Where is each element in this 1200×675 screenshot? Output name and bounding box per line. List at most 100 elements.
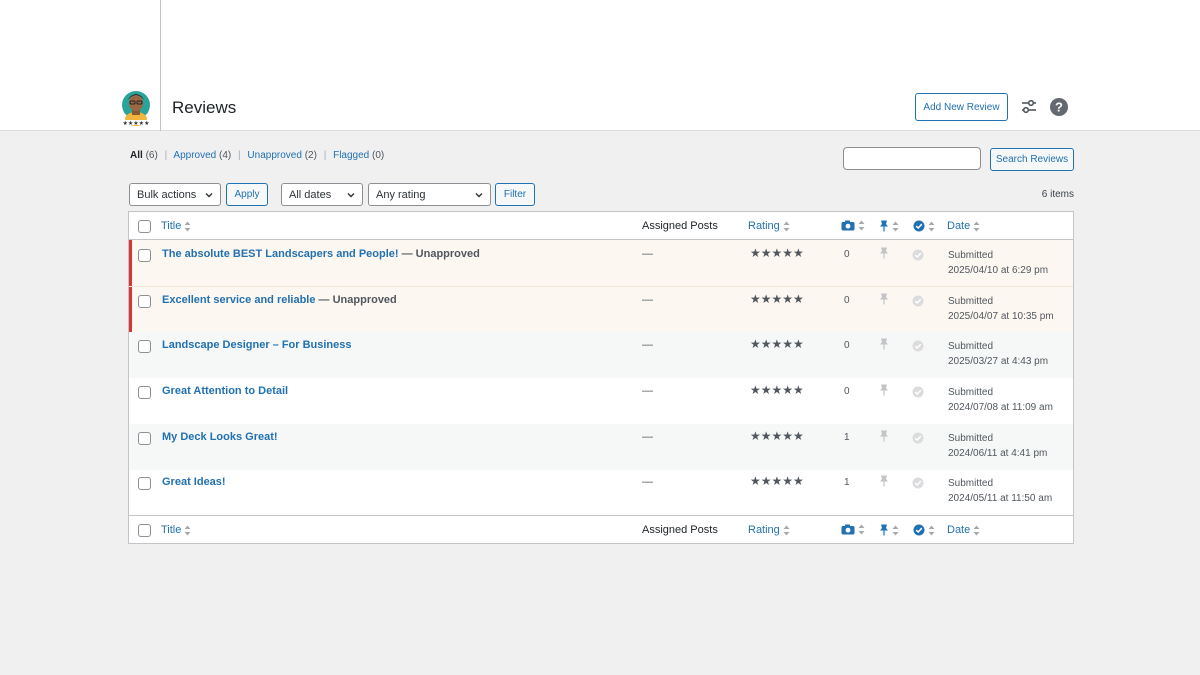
pin-icon[interactable] — [879, 430, 889, 442]
assigned-posts-value: — — [642, 476, 653, 488]
star-rating: ★★★★★ — [750, 429, 804, 443]
table-row: The absolute BEST Landscapers and People… — [129, 240, 1073, 286]
photo-count: 1 — [844, 477, 850, 488]
column-photos[interactable] — [841, 524, 865, 535]
review-title-link[interactable]: Excellent service and reliable — [162, 294, 315, 306]
view-unapproved[interactable]: Unapproved — [247, 150, 301, 161]
check-circle-icon[interactable] — [912, 295, 924, 307]
search-reviews-button[interactable]: Search Reviews — [990, 148, 1074, 171]
review-state: — Unapproved — [398, 248, 480, 260]
table-row: My Deck Looks Great! — ★★★★★ 1 Submitted… — [129, 424, 1073, 470]
plugin-logo-icon: ★★★★★ — [119, 88, 153, 127]
assigned-posts-value: — — [642, 385, 653, 397]
pin-icon[interactable] — [879, 475, 889, 487]
apply-button[interactable]: Apply — [226, 183, 268, 206]
camera-icon — [841, 220, 855, 231]
select-all-checkbox[interactable] — [138, 220, 151, 233]
check-circle-icon[interactable] — [912, 340, 924, 352]
star-rating: ★★★★★ — [750, 474, 804, 488]
view-approved[interactable]: Approved — [173, 150, 216, 161]
photo-count: 0 — [844, 249, 850, 260]
check-circle-icon[interactable] — [912, 249, 924, 261]
column-pinned[interactable] — [879, 524, 899, 536]
row-checkbox[interactable] — [138, 477, 151, 490]
add-new-review-button[interactable]: Add New Review — [915, 93, 1008, 121]
sort-icon — [928, 221, 935, 231]
column-date[interactable]: Date — [947, 524, 980, 536]
review-title-link[interactable]: Great Attention to Detail — [162, 385, 288, 397]
photo-count: 0 — [844, 340, 850, 351]
pin-icon[interactable] — [879, 384, 889, 396]
column-rating[interactable]: Rating — [748, 524, 790, 536]
star-rating: ★★★★★ — [750, 292, 804, 306]
items-count: 6 items — [1041, 189, 1074, 200]
review-date: Submitted 2024/06/11 at 4:41 pm — [948, 433, 1048, 459]
review-title-link[interactable]: My Deck Looks Great! — [162, 431, 278, 443]
check-circle-icon[interactable] — [912, 477, 924, 489]
filter-button[interactable]: Filter — [495, 183, 535, 206]
column-verified[interactable] — [913, 220, 935, 232]
camera-icon — [841, 524, 855, 535]
search-input[interactable] — [843, 147, 981, 170]
photo-count: 1 — [844, 432, 850, 443]
page-title: Reviews — [172, 98, 237, 117]
chevron-down-icon — [475, 193, 483, 198]
review-date: Submitted 2024/05/11 at 11:50 am — [948, 478, 1053, 504]
column-assigned-posts: Assigned Posts — [642, 220, 718, 232]
column-rating[interactable]: Rating — [748, 220, 790, 232]
review-title-link[interactable]: Landscape Designer – For Business — [162, 339, 352, 351]
row-checkbox[interactable] — [138, 386, 151, 399]
unapproved-indicator — [129, 240, 132, 286]
check-circle-icon — [913, 524, 925, 536]
pin-icon[interactable] — [879, 247, 889, 259]
row-checkbox[interactable] — [138, 249, 151, 262]
help-circle-icon[interactable]: ? — [1048, 96, 1070, 118]
svg-text:?: ? — [1055, 100, 1063, 115]
bulk-actions-select[interactable]: Bulk actions — [129, 183, 221, 206]
column-title[interactable]: Title — [161, 524, 191, 536]
column-photos[interactable] — [841, 220, 865, 231]
column-date[interactable]: Date — [947, 220, 980, 232]
check-circle-icon[interactable] — [912, 386, 924, 398]
sort-icon — [858, 220, 865, 231]
row-checkbox[interactable] — [138, 295, 151, 308]
pin-icon[interactable] — [879, 293, 889, 305]
rating-select[interactable]: Any rating — [368, 183, 491, 206]
column-verified[interactable] — [913, 524, 935, 536]
unapproved-indicator — [129, 287, 132, 333]
status-views: All (6) | Approved (4) | Unapproved (2) … — [130, 150, 385, 161]
sort-icon — [892, 525, 899, 535]
star-rating: ★★★★★ — [750, 383, 804, 397]
sort-icon — [184, 525, 191, 535]
column-pinned[interactable] — [879, 220, 899, 232]
select-all-checkbox[interactable] — [138, 524, 151, 537]
assigned-posts-value: — — [642, 431, 653, 443]
table-row: Excellent service and reliable — Unappro… — [129, 286, 1073, 333]
sort-icon — [184, 221, 191, 231]
dates-select[interactable]: All dates — [281, 183, 363, 206]
review-title-link[interactable]: The absolute BEST Landscapers and People… — [162, 248, 399, 260]
row-checkbox[interactable] — [138, 432, 151, 445]
star-rating: ★★★★★ — [750, 246, 804, 260]
sort-icon — [928, 525, 935, 535]
row-checkbox[interactable] — [138, 340, 151, 353]
review-date: Submitted 2024/07/08 at 11:09 am — [948, 387, 1053, 413]
sort-icon — [973, 525, 980, 535]
admin-sidebar-edge — [160, 0, 161, 131]
assigned-posts-value: — — [642, 339, 653, 351]
sliders-icon[interactable] — [1018, 96, 1040, 118]
assigned-posts-value: — — [642, 248, 653, 260]
pin-icon[interactable] — [879, 338, 889, 350]
view-all[interactable]: All — [130, 150, 143, 161]
sort-icon — [783, 525, 790, 535]
table-row: Great Ideas! — ★★★★★ 1 Submitted 2024/05/… — [129, 470, 1073, 516]
column-title[interactable]: Title — [161, 220, 191, 232]
chevron-down-icon — [205, 193, 213, 198]
check-circle-icon[interactable] — [912, 432, 924, 444]
photo-count: 0 — [844, 295, 850, 306]
review-date: Submitted 2025/03/27 at 4:43 pm — [948, 341, 1049, 367]
view-flagged[interactable]: Flagged — [333, 150, 369, 161]
review-title-link[interactable]: Great Ideas! — [162, 476, 226, 488]
photo-count: 0 — [844, 386, 850, 397]
reviews-table: Title Assigned Posts Rating Date The abs… — [128, 211, 1074, 544]
